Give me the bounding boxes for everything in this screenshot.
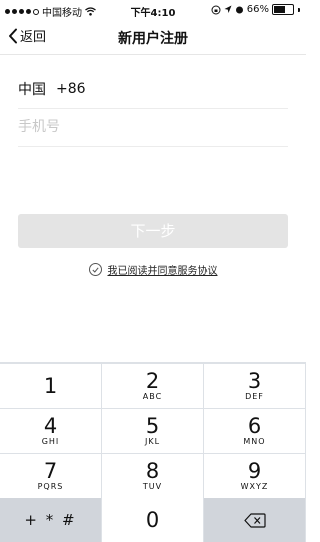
- key-number: 3: [247, 369, 262, 393]
- key-number: 6: [247, 414, 262, 438]
- key-4[interactable]: 4 GHI: [0, 409, 101, 453]
- key-letters: PQRS: [37, 482, 64, 491]
- status-right: 66%: [211, 4, 300, 15]
- country-name: 中国: [18, 82, 46, 98]
- key-letters: GHI: [41, 437, 60, 446]
- key-number: 1: [43, 374, 58, 398]
- status-bar: 中国移动 下午4:10 66%: [0, 0, 306, 20]
- check-icon: [91, 266, 99, 273]
- battery-percent: 66%: [246, 4, 269, 15]
- key-letters: WXYZ: [240, 482, 269, 491]
- next-button[interactable]: 下一步: [18, 214, 288, 248]
- key-9[interactable]: 9 WXYZ: [204, 454, 305, 498]
- key-6[interactable]: 6 MNO: [204, 409, 305, 453]
- key-5[interactable]: 5 JKL: [102, 409, 203, 453]
- rotation-lock-icon: [211, 5, 221, 14]
- alarm-icon: [235, 6, 243, 14]
- key-number: 0: [145, 508, 160, 532]
- key-number: 9: [247, 459, 262, 483]
- phone-row: [18, 108, 288, 147]
- key-letters: TUV: [142, 482, 163, 491]
- country-selector[interactable]: 中国 +86: [18, 70, 288, 109]
- key-number: 8: [145, 459, 160, 483]
- battery-fill: [274, 6, 286, 13]
- key-1[interactable]: 1: [0, 364, 101, 408]
- key-number: 5: [145, 414, 160, 438]
- battery-icon: [272, 4, 294, 15]
- key-letters: JKL: [144, 437, 161, 446]
- key-0[interactable]: 0: [102, 498, 203, 542]
- key-number: 2: [145, 369, 160, 393]
- symbols-key[interactable]: + * #: [0, 498, 101, 542]
- numeric-keypad: 1 2 ABC 3 DEF 4 GHI 5 JKL 6 MNO 7 PQRS 8…: [0, 362, 306, 542]
- agreement-link[interactable]: 我已阅读并同意服务协议: [108, 262, 218, 277]
- agreement-checkbox[interactable]: [88, 263, 102, 276]
- key-letters: DEF: [245, 392, 264, 401]
- country-code: +86: [56, 81, 86, 97]
- phone-input[interactable]: [18, 119, 288, 135]
- delete-key[interactable]: [204, 498, 305, 542]
- key-letters: ABC: [142, 392, 163, 401]
- backspace-icon: [243, 512, 266, 528]
- nav-bar: 返回 新用户注册: [0, 20, 306, 55]
- agreement: 我已阅读并同意服务协议: [0, 262, 306, 277]
- location-icon: [224, 5, 232, 13]
- key-number: 4: [43, 414, 58, 438]
- key-3[interactable]: 3 DEF: [204, 364, 305, 408]
- key-7[interactable]: 7 PQRS: [0, 454, 101, 498]
- symbols-label: + * #: [24, 511, 77, 529]
- key-8[interactable]: 8 TUV: [102, 454, 203, 498]
- key-2[interactable]: 2 ABC: [102, 364, 203, 408]
- key-number: 7: [43, 459, 58, 483]
- key-letters: MNO: [243, 437, 266, 446]
- battery-tip: [298, 7, 300, 12]
- page-title: 新用户注册: [118, 31, 188, 47]
